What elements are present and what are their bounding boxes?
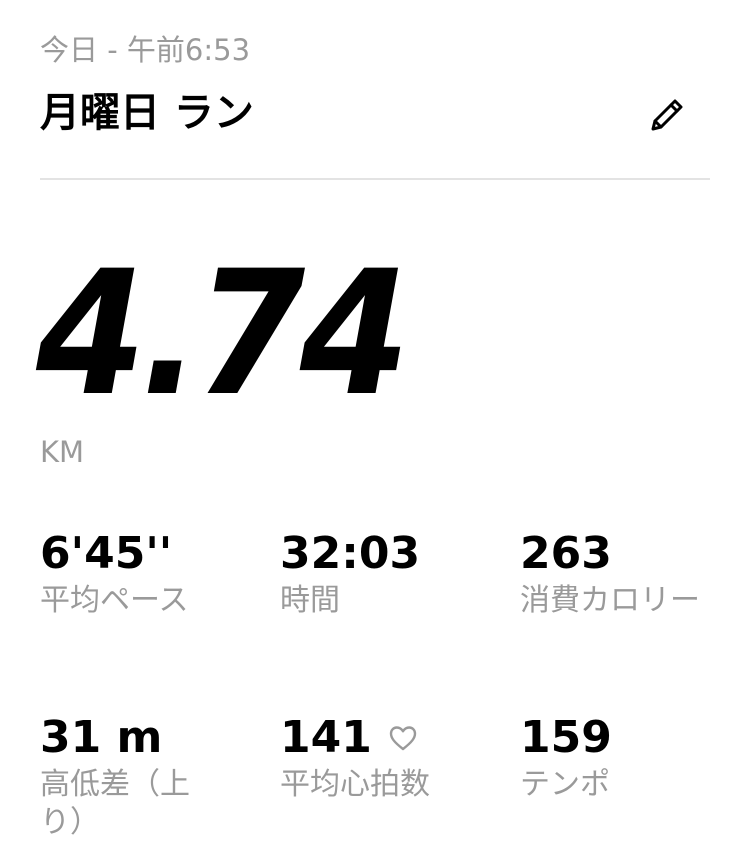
stat-label: 時間 [280, 583, 340, 618]
stat-value: 141 [280, 712, 372, 763]
stat-value: 263 [520, 528, 612, 579]
activity-date: 今日 - 午前6:53 [40, 33, 251, 67]
stat-label: 平均ペース [40, 583, 189, 618]
stat-value: 6'45'' [40, 528, 173, 579]
stat-duration: 32:03 時間 [280, 528, 480, 620]
heart-icon [389, 726, 417, 751]
stat-avg-heart-rate: 141 平均心拍数 [280, 712, 480, 804]
stat-calories: 263 消費カロリー [520, 528, 700, 620]
stat-avg-pace: 6'45'' 平均ペース [40, 528, 240, 620]
stat-value: 31 m [40, 712, 163, 763]
distance-value: 4.74 [36, 233, 410, 434]
pencil-icon [651, 99, 683, 131]
stat-cadence: 159 テンポ [520, 712, 720, 804]
edit-button[interactable] [640, 88, 694, 142]
run-title: 月曜日 ラン [40, 90, 254, 136]
stat-label: 消費カロリー [520, 583, 700, 618]
stat-value-row: 141 [280, 712, 480, 764]
stat-value: 32:03 [280, 528, 421, 579]
distance-unit: KM [40, 435, 85, 469]
stat-elevation-gain: 31 m 高低差（上り） [40, 712, 200, 842]
stat-label: 高低差（上り） [40, 767, 190, 840]
stat-value: 159 [520, 712, 612, 763]
stat-label: テンポ [520, 767, 610, 802]
stat-label: 平均心拍数 [280, 767, 430, 802]
header-divider [40, 178, 710, 180]
